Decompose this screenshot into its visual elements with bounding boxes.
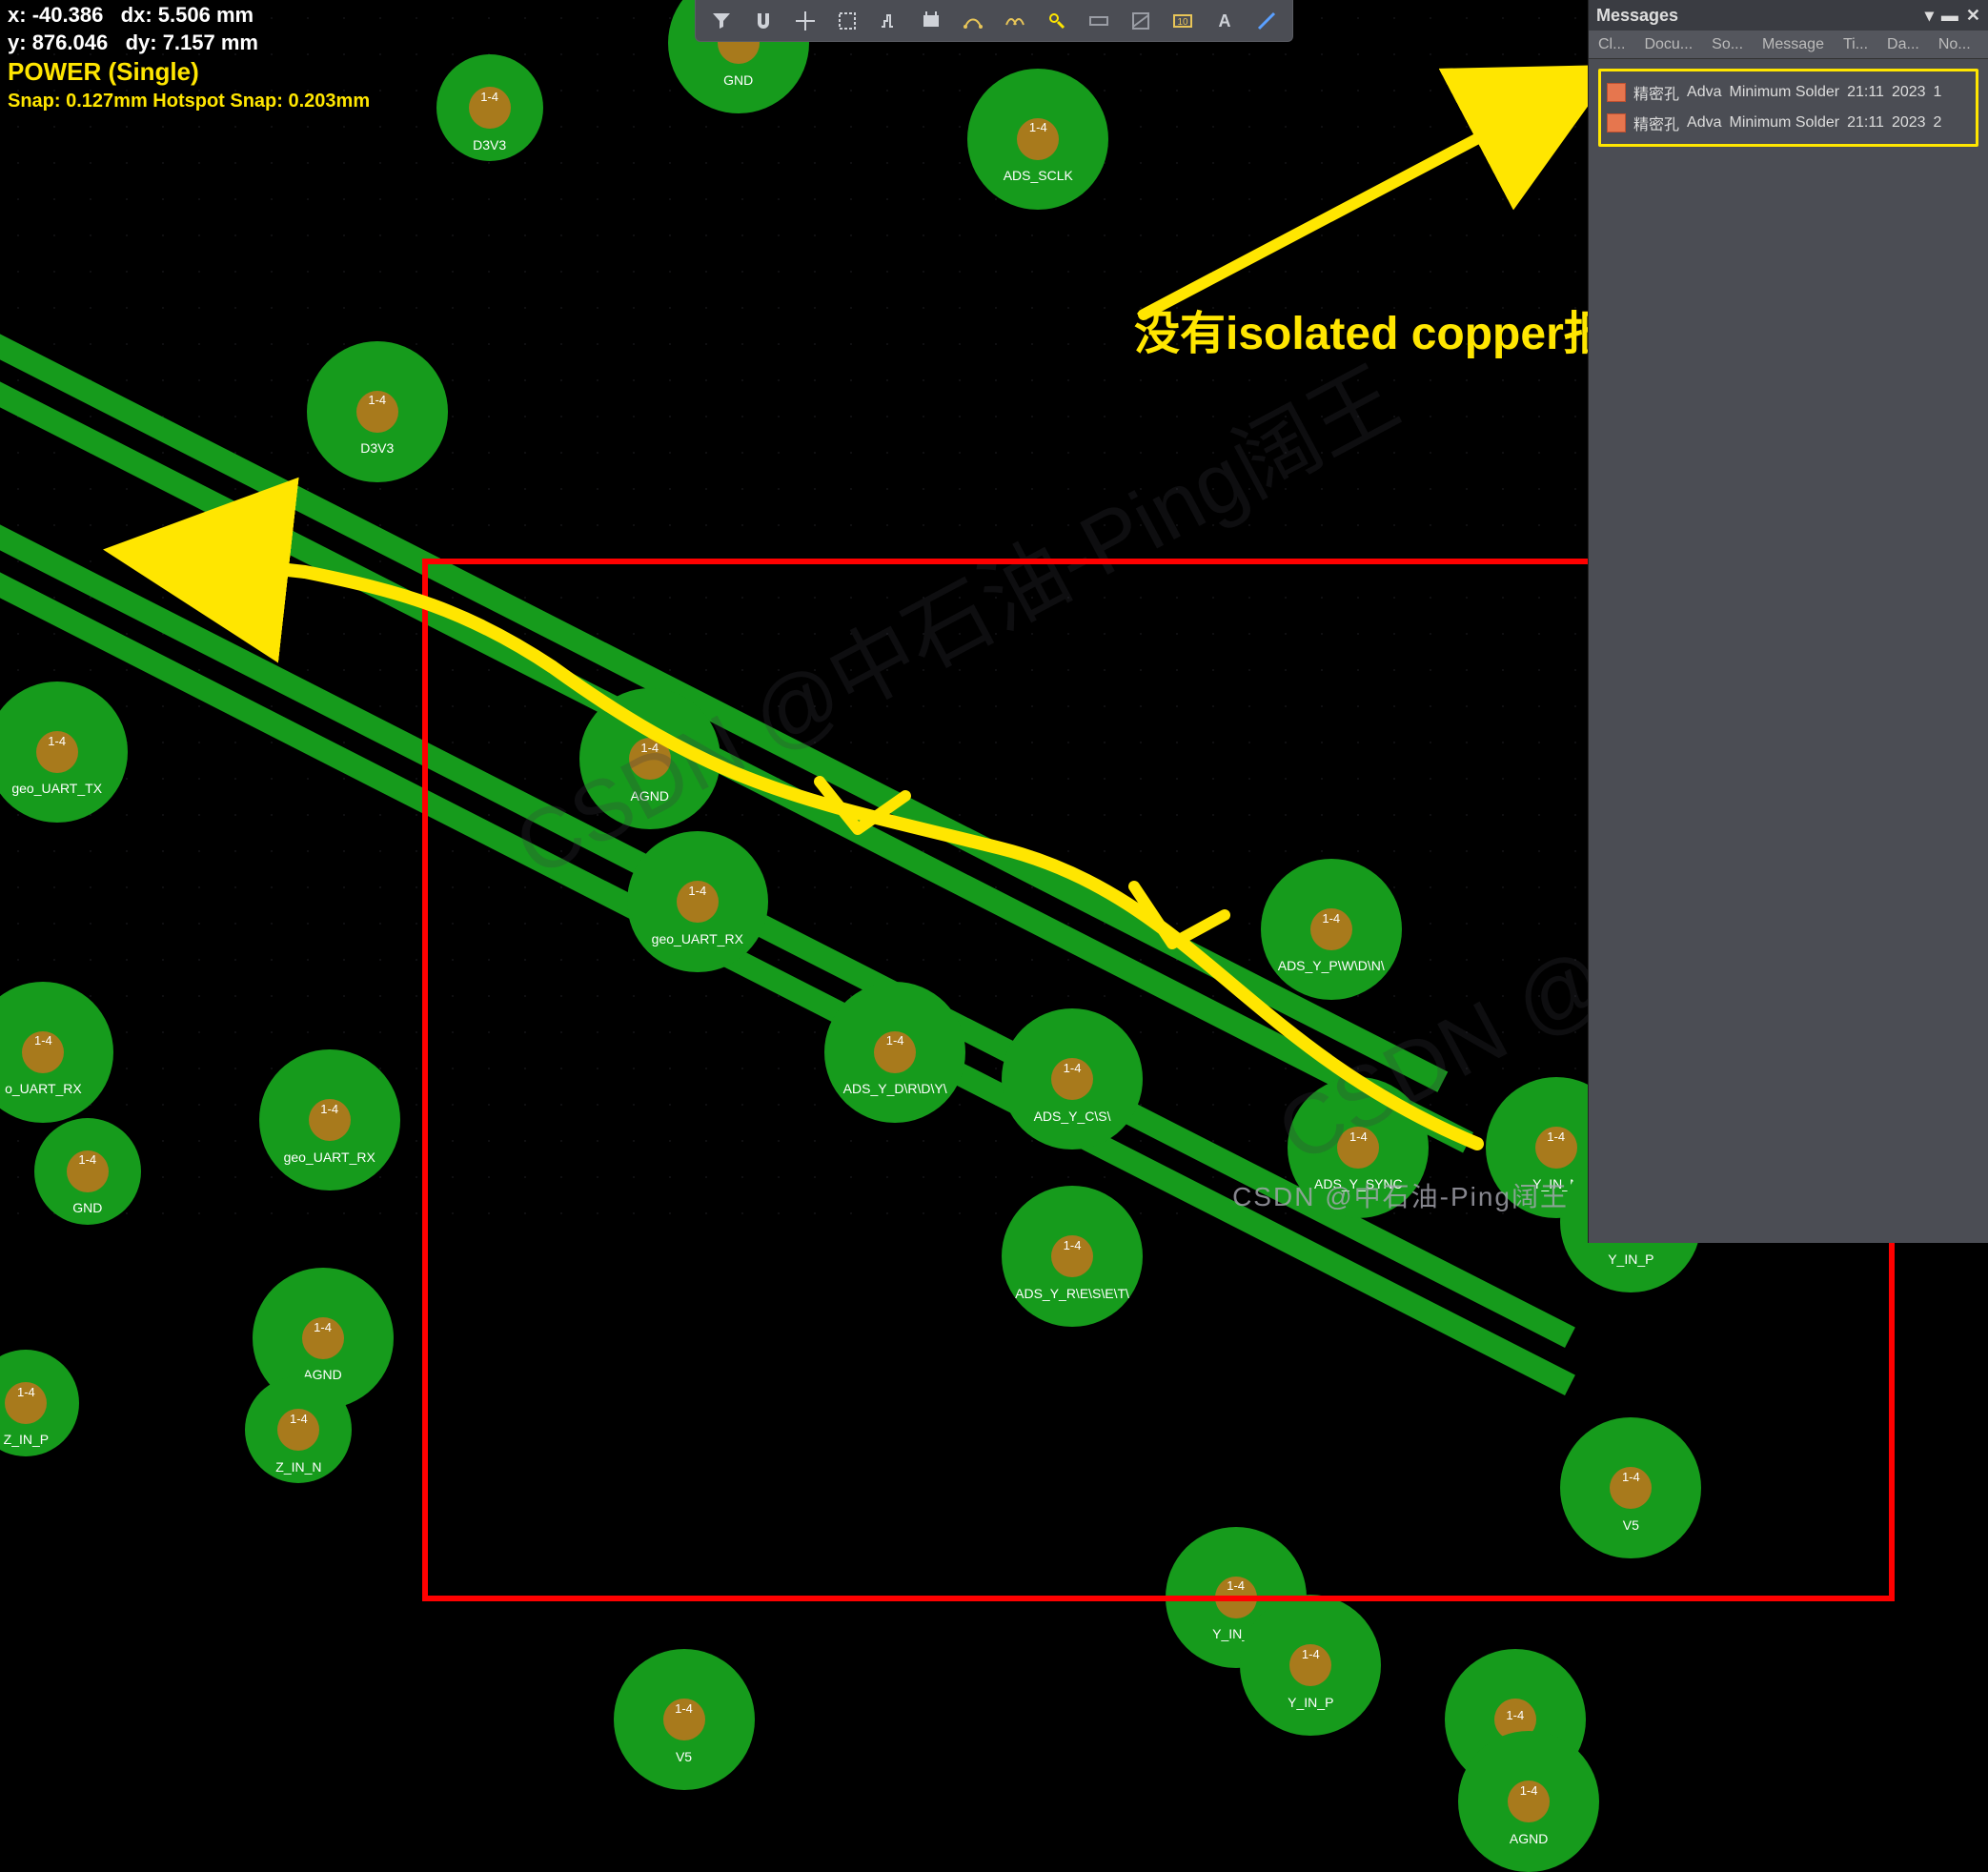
via-net-label: GND	[72, 1201, 102, 1215]
dx-value: 5.506 mm	[158, 3, 254, 27]
via-gnd[interactable]: 1-4 GND	[34, 1118, 141, 1225]
message-col1: 精密孔	[1633, 81, 1679, 104]
via-layer-label: 1-4	[1302, 1648, 1320, 1661]
via-layer-label: 1-4	[480, 91, 498, 104]
dx-label: dx:	[121, 3, 152, 27]
via-net-label: o_UART_RX	[5, 1082, 82, 1096]
panel-dock-icon[interactable]: ▬	[1941, 6, 1958, 26]
messages-header[interactable]: Messages ▾ ▬ ✕	[1589, 0, 1988, 31]
filter-icon[interactable]	[707, 7, 736, 35]
via-d3v3[interactable]: 1-4 D3V3	[436, 54, 543, 161]
y-label: y:	[8, 31, 27, 54]
annotation-text-1: 没有isolated copper报错	[1134, 295, 1655, 362]
via-net-label: geo_UART_TX	[11, 782, 102, 796]
via-net-label: geo_UART_RX	[284, 1150, 375, 1165]
messages-column-header[interactable]: No...	[1938, 36, 1971, 53]
svg-text:A: A	[1219, 11, 1231, 31]
via-geouartrx[interactable]: 1-4 geo_UART_RX	[259, 1049, 400, 1190]
dy-value: 7.157 mm	[163, 31, 258, 54]
via-layer-label: 1-4	[34, 1034, 52, 1048]
text-a-icon[interactable]: A	[1210, 7, 1239, 35]
via-layer-label: 1-4	[1506, 1709, 1524, 1722]
via-net-label: V5	[676, 1750, 692, 1764]
crosshair-icon[interactable]	[791, 7, 820, 35]
via-net-label: GND	[723, 73, 753, 88]
via-net-label: ADS_SCLK	[1004, 169, 1073, 183]
message-col4: 21:11	[1847, 114, 1884, 132]
via-adssclk[interactable]: 1-4 ADS_SCLK	[967, 69, 1108, 210]
messages-panel: Messages ▾ ▬ ✕ Cl... Docu... So... Message T…	[1588, 0, 1988, 1243]
via-zinp[interactable]: 1-4 Z_IN_P	[0, 1350, 79, 1456]
via-net-label: Z_IN_N	[275, 1460, 321, 1475]
via-net-label: Y_IN_P	[1288, 1696, 1333, 1710]
via-d3v3[interactable]: 1-4 D3V3	[307, 341, 448, 482]
multi-route-icon[interactable]	[1001, 7, 1029, 35]
line-tool-icon[interactable]	[1252, 7, 1281, 35]
messages-column-header[interactable]: So...	[1712, 36, 1743, 53]
dy-label: dy:	[126, 31, 157, 54]
watermark-bottom-right: CSDN @中石油-Ping阔王	[1232, 1176, 1569, 1214]
message-row[interactable]: 精密孔 Adva Minimum Solder 21:11 2023 2	[1605, 108, 1972, 138]
message-col2: Adva	[1687, 84, 1721, 101]
via-layer-label: 1-4	[314, 1321, 332, 1334]
message-col5: 2023	[1892, 84, 1926, 101]
select-rect-icon[interactable]	[833, 7, 862, 35]
message-color-swatch	[1607, 83, 1626, 102]
message-row[interactable]: 精密孔 Adva Minimum Solder 21:11 2023 1	[1605, 77, 1972, 108]
panel-dropdown-icon[interactable]: ▾	[1925, 6, 1934, 26]
y-value: 876.046	[32, 31, 109, 54]
via-v5[interactable]: 1-4 V5	[614, 1649, 755, 1790]
message-col6: 2	[1934, 114, 1942, 132]
messages-column-header[interactable]: Docu...	[1644, 36, 1693, 53]
via-net-label: D3V3	[360, 441, 394, 456]
via-layer-label: 1-4	[290, 1413, 308, 1426]
via-layer-label: 1-4	[48, 735, 66, 748]
via-zinn[interactable]: 1-4 Z_IN_N	[245, 1376, 352, 1483]
messages-highlight-box: 精密孔 Adva Minimum Solder 21:11 2023 1 精密孔 Adva Mi…	[1598, 69, 1978, 147]
message-col4: 21:11	[1847, 84, 1884, 101]
message-col3: Minimum Solder	[1729, 114, 1839, 132]
messages-column-header[interactable]: Da...	[1887, 36, 1919, 53]
messages-title: Messages	[1596, 6, 1678, 26]
messages-column-header[interactable]: Ti...	[1843, 36, 1868, 53]
via-net-label: D3V3	[473, 138, 506, 153]
message-color-swatch	[1607, 113, 1626, 132]
svg-text:10: 10	[1177, 17, 1188, 28]
via-layer-label: 1-4	[1029, 121, 1047, 134]
via-net-label: Z_IN_P	[4, 1433, 49, 1447]
via-layer-label: 1-4	[1520, 1784, 1538, 1798]
message-col2: Adva	[1687, 114, 1721, 132]
via-layer-label: 1-4	[320, 1103, 338, 1116]
messages-columns[interactable]: Cl... Docu... So... Message Ti... Da... No...	[1589, 31, 1988, 59]
via-agnd[interactable]: 1-4 AGND	[1458, 1731, 1599, 1872]
coordinates-overlay: x: -40.386 dx: 5.506 mm y: 876.046 dy: 7…	[8, 2, 370, 113]
dimension-10-icon[interactable]: 10	[1168, 7, 1197, 35]
via-net-label: AGND	[1510, 1832, 1548, 1846]
message-col3: Minimum Solder	[1729, 84, 1839, 101]
top-toolbar: 10 A	[695, 0, 1293, 42]
route-icon[interactable]	[959, 7, 987, 35]
via-layer-label: 1-4	[78, 1153, 96, 1167]
message-col6: 1	[1934, 84, 1942, 101]
via-layer-label: 1-4	[368, 394, 386, 407]
snap-magnet-icon[interactable]	[749, 7, 778, 35]
snap-info: Snap: 0.127mm Hotspot Snap: 0.203mm	[8, 89, 370, 113]
key-icon[interactable]	[1043, 7, 1071, 35]
x-label: x:	[8, 3, 27, 27]
panel-close-icon[interactable]: ✕	[1966, 6, 1980, 26]
measure-icon[interactable]	[1085, 7, 1113, 35]
message-col5: 2023	[1892, 114, 1926, 132]
messages-column-header[interactable]: Cl...	[1598, 36, 1625, 53]
layer-name: POWER (Single)	[8, 56, 370, 89]
via-layer-label: 1-4	[17, 1386, 35, 1399]
messages-list[interactable]: 精密孔 Adva Minimum Solder 21:11 2023 1 精密孔 Adva Mi…	[1589, 59, 1988, 156]
via-layer-label: 1-4	[675, 1702, 693, 1716]
x-value: -40.386	[32, 3, 104, 27]
messages-column-header[interactable]: Message	[1762, 36, 1824, 53]
component-icon[interactable]	[917, 7, 945, 35]
board-icon[interactable]	[1126, 7, 1155, 35]
align-icon[interactable]	[875, 7, 903, 35]
message-col1: 精密孔	[1633, 112, 1679, 134]
via-yinp[interactable]: 1-4 Y_IN_P	[1240, 1595, 1381, 1736]
